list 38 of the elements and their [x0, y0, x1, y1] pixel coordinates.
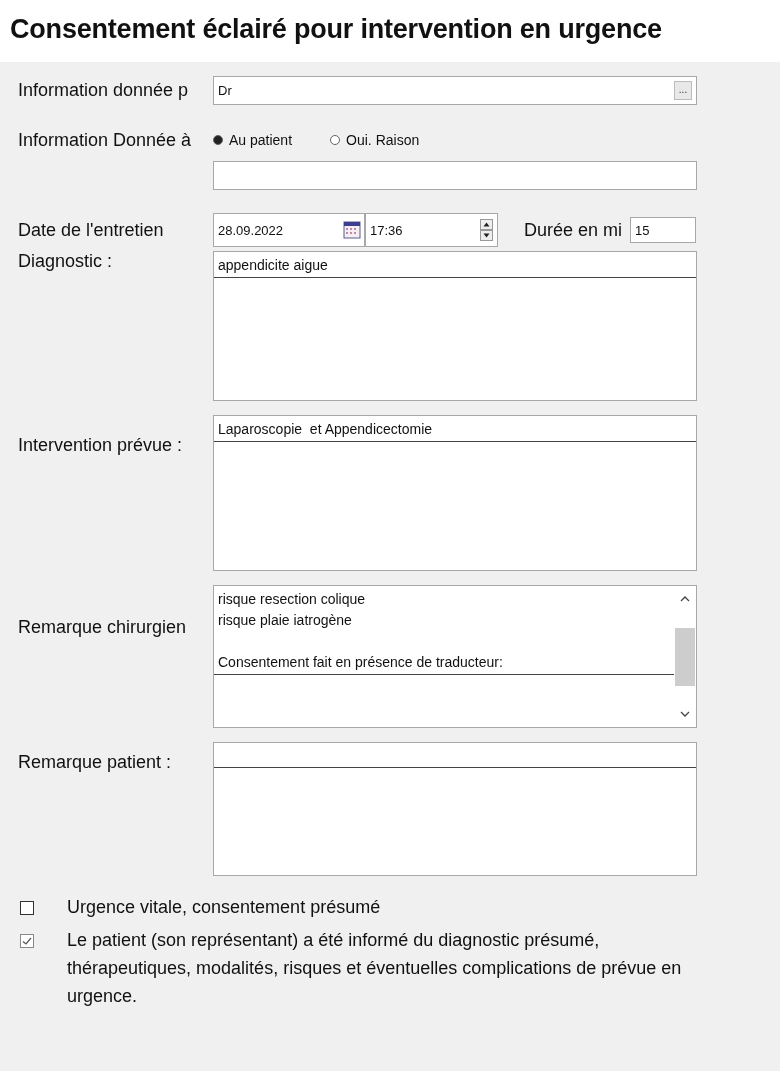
checkbox-label: Urgence vitale, consentement présumé [67, 896, 382, 919]
browse-button[interactable]: ... [674, 80, 692, 100]
field-label: Durée en mi [524, 219, 624, 241]
checkbox-label: Le patient (son représentant) a été informé du diagnostic présumé, thérapeutiques, modalités, risques et éventuelles complications de prévue en urgence. [67, 929, 683, 1008]
date-field[interactable]: 28.09.2022 [213, 213, 365, 247]
field-label: Information Donnée à [18, 129, 193, 151]
form-title: Consentement éclairé pour intervention en urgence [0, 0, 780, 62]
field-label: Remarque patient : [18, 751, 173, 773]
reason-field[interactable] [213, 160, 697, 190]
checkbox[interactable] [20, 901, 34, 915]
text-area[interactable]: risque resection colique risque plaie iatrogène Consentement fait en présence de traducteur: [213, 585, 697, 728]
radio-icon[interactable] [330, 135, 341, 145]
text-line: Laparoscopie et Appendicectomie [218, 421, 433, 437]
field-label: Diagnostic : [18, 251, 114, 272]
radio-label: Oui. Raison [346, 132, 420, 148]
radio-option[interactable]: Au patient [213, 132, 293, 148]
time-field[interactable]: 17:36 [365, 213, 498, 247]
radio-icon[interactable] [213, 135, 223, 145]
text-line: appendicite aigue [218, 257, 328, 273]
spinner-icon[interactable] [480, 219, 493, 241]
text-area[interactable]: Laparoscopie et Appendicectomie [213, 415, 697, 571]
scroll-up-icon[interactable] [679, 594, 691, 604]
scrollbar-thumb[interactable] [675, 627, 695, 686]
text-line: risque plaie iatrogène [218, 612, 352, 628]
field-label: Intervention prévue : [18, 434, 184, 456]
field-label: Remarque chirurgien [18, 616, 188, 638]
doctor-field[interactable]: Dr ... [213, 75, 697, 105]
text-line: Consentement fait en présence de traducteur: [218, 654, 503, 670]
field-label: Information donnée p [18, 79, 190, 101]
text-area[interactable]: appendicite aigue [213, 251, 697, 401]
text-line: risque resection colique [218, 591, 366, 607]
checkbox[interactable] [20, 934, 34, 948]
radio-option[interactable]: Oui. Raison [330, 132, 420, 148]
field-label: Date de l'entretien [18, 219, 165, 241]
radio-label: Au patient [229, 132, 293, 148]
duration-field[interactable]: 15 [630, 217, 696, 243]
scroll-down-icon[interactable] [679, 709, 691, 719]
calendar-icon[interactable] [343, 221, 361, 239]
